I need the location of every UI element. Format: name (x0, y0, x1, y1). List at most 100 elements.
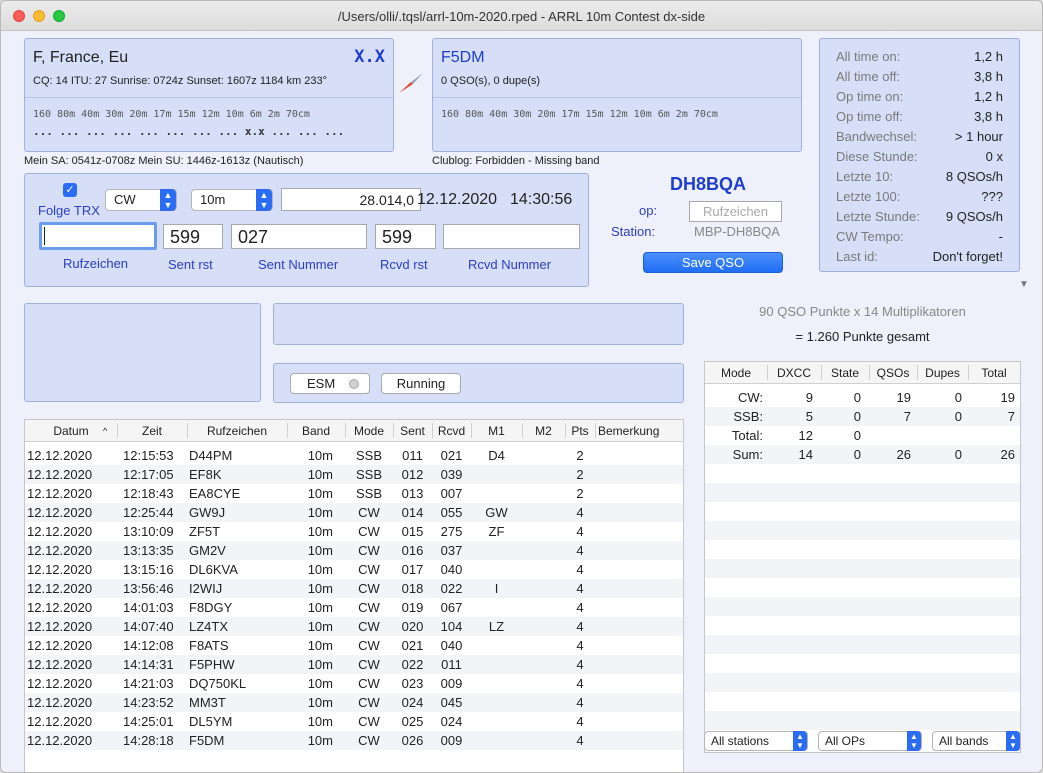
column-header-sent[interactable]: Sent (393, 424, 432, 438)
log-cell-band: 10m (307, 676, 333, 691)
log-cell-zeit: 12:15:53 (123, 448, 174, 463)
text-cursor (44, 227, 45, 245)
ops-filter-select[interactable]: All OPs ▲ ▼ (818, 731, 922, 751)
ops-filter-value: All OPs (825, 734, 866, 748)
window-title: /Users/olli/.tqsl/arrl-10m-2020.rped - A… (337, 9, 706, 24)
log-row[interactable]: 12.12.2020 14:07:40 LZ4TX 10m CW 020 104 LZ 4 (25, 617, 683, 636)
sent-rst-label: Sent rst (168, 257, 213, 272)
summary-header-state: State (830, 366, 860, 380)
stations-filter-select[interactable]: All stations ▲ ▼ (704, 731, 808, 751)
log-cell-band: 10m (307, 657, 333, 672)
stats-row: Diese Stunde: 0 x (836, 149, 1003, 169)
column-header-m1[interactable]: M1 (471, 424, 522, 438)
summary-cell-dxcc: 12 (798, 428, 813, 443)
column-header-rcvd[interactable]: Rcvd (432, 424, 471, 438)
log-row[interactable]: 12.12.2020 14:23:52 MM3T 10m CW 024 045 4 (25, 693, 683, 712)
stats-value: 3,8 h (974, 109, 1003, 124)
column-separator[interactable] (393, 423, 394, 438)
log-cell-sent: 017 (401, 562, 424, 577)
log-cell-zeit: 13:15:16 (123, 562, 174, 577)
column-separator[interactable] (595, 423, 596, 438)
column-header-rufzeichen[interactable]: Rufzeichen (187, 424, 287, 438)
rcvd-number-input[interactable] (443, 224, 580, 249)
esm-button[interactable]: ESM (290, 373, 370, 394)
column-separator[interactable] (471, 423, 472, 438)
log-cell-rcvd: 007 (440, 486, 463, 501)
log-cell-mode: CW (358, 733, 380, 748)
log-cell-zeit: 14:25:01 (123, 714, 174, 729)
qso-log-table[interactable]: Datum Zeit Rufzeichen Band Mode Sent Rcvd M1 M2 P… (24, 419, 684, 772)
stats-value: 9 QSOs/h (945, 209, 1003, 224)
frequency-field[interactable]: 28.014,0 (281, 188, 421, 211)
summary-header-mode: Mode (720, 366, 752, 380)
log-row[interactable]: 12.12.2020 14:12:08 F8ATS 10m CW 021 040 4 (25, 636, 683, 655)
log-row[interactable]: 12.12.2020 12:25:44 GW9J 10m CW 014 055 GW 4 (25, 503, 683, 522)
stations-filter-value: All stations (711, 734, 770, 748)
log-cell-sent: 014 (401, 505, 424, 520)
log-row[interactable]: 12.12.2020 12:15:53 D44PM 10m SSB 011 021 D4 2 (25, 446, 683, 465)
summary-row: Sum: 14 0 26 0 26 (705, 445, 1020, 464)
folge-trx-checkbox[interactable]: ✓ (63, 183, 77, 197)
column-header-band[interactable]: Band (287, 424, 345, 438)
log-cell-band: 10m (307, 486, 333, 501)
log-row[interactable]: 12.12.2020 14:01:03 F8DGY 10m CW 019 067 4 (25, 598, 683, 617)
band-select[interactable]: 10m ▲ ▼ (191, 189, 273, 211)
log-cell-zeit: 14:23:52 (123, 695, 174, 710)
log-row[interactable]: 12.12.2020 13:10:09 ZF5T 10m CW 015 275 ZF 4 (25, 522, 683, 541)
log-row[interactable]: 12.12.2020 13:15:16 DL6KVA 10m CW 017 040 4 (25, 560, 683, 579)
sent-number-input[interactable]: 027 (231, 224, 367, 249)
sent-rst-input[interactable]: 599 (163, 224, 223, 249)
column-separator[interactable] (345, 423, 346, 438)
column-header-zeit[interactable]: Zeit (117, 424, 187, 438)
log-cell-pts: 4 (576, 676, 584, 691)
column-header-bemerkung[interactable]: Bemerkung (595, 424, 683, 438)
log-cell-datum: 12.12.2020 (27, 505, 93, 520)
log-cell-pts: 2 (576, 448, 584, 463)
log-row[interactable]: 12.12.2020 14:28:18 F5DM 10m CW 026 009 4 (25, 731, 683, 750)
bands-header: 160 80m 40m 30m 20m 17m 15m 12m 10m 6m 2… (441, 109, 718, 120)
op-callsign-input[interactable]: Rufzeichen (689, 201, 782, 222)
summary-empty-row (705, 692, 1020, 711)
log-cell-rcvd: 055 (440, 505, 463, 520)
column-separator[interactable] (287, 423, 288, 438)
column-header-mode[interactable]: Mode (345, 424, 393, 438)
bands-filter-select[interactable]: All bands ▲ ▼ (932, 731, 1021, 751)
column-header-pts[interactable]: Pts (565, 424, 595, 438)
summary-cell-total: 7 (1007, 409, 1015, 424)
column-separator[interactable] (565, 423, 566, 438)
stats-key: Letzte 10: (836, 169, 894, 184)
mode-select[interactable]: CW ▲ ▼ (105, 189, 177, 211)
stats-key: CW Tempo: (836, 229, 904, 244)
op-label: op: (639, 203, 658, 218)
column-separator (821, 365, 822, 380)
log-row[interactable]: 12.12.2020 12:18:43 EA8CYE 10m SSB 013 007 2 (25, 484, 683, 503)
log-cell-rufzeichen: F5DM (189, 733, 225, 748)
compass-needle-icon (399, 73, 423, 93)
log-row[interactable]: 12.12.2020 12:17:05 EF8K 10m SSB 012 039 2 (25, 465, 683, 484)
log-row[interactable]: 12.12.2020 13:13:35 GM2V 10m CW 016 037 4 (25, 541, 683, 560)
log-cell-band: 10m (307, 543, 333, 558)
rcvd-number-label: Rcvd Nummer (468, 257, 552, 272)
summary-empty-row (705, 578, 1020, 597)
rcvd-rst-input[interactable]: 599 (375, 224, 436, 249)
log-cell-pts: 2 (576, 467, 584, 482)
log-row[interactable]: 12.12.2020 14:21:03 DQ750KL 10m CW 023 009 4 (25, 674, 683, 693)
log-row[interactable]: 12.12.2020 14:14:31 F5PHW 10m CW 022 011 4 (25, 655, 683, 674)
summary-header-qsos: QSOs (876, 366, 910, 380)
column-separator[interactable] (117, 423, 118, 438)
log-cell-rufzeichen: EA8CYE (189, 486, 241, 501)
log-row[interactable]: 12.12.2020 14:25:01 DL5YM 10m CW 025 024 4 (25, 712, 683, 731)
log-cell-rufzeichen: MM3T (189, 695, 226, 710)
save-qso-button[interactable]: Save QSO (643, 252, 783, 273)
summary-cell-total: 26 (1000, 447, 1015, 462)
disclosure-triangle-icon[interactable]: ▼ (1019, 279, 1029, 290)
column-separator[interactable] (522, 423, 523, 438)
column-header-m2[interactable]: M2 (522, 424, 565, 438)
log-cell-rufzeichen: DL6KVA (189, 562, 238, 577)
summary-cell-dupes: 0 (954, 390, 962, 405)
log-row[interactable]: 12.12.2020 13:56:46 I2WIJ 10m CW 018 022 I 4 (25, 579, 683, 598)
callsign-input[interactable] (39, 222, 157, 250)
running-button[interactable]: Running (381, 373, 461, 394)
column-separator[interactable] (187, 423, 188, 438)
column-separator[interactable] (432, 423, 433, 438)
